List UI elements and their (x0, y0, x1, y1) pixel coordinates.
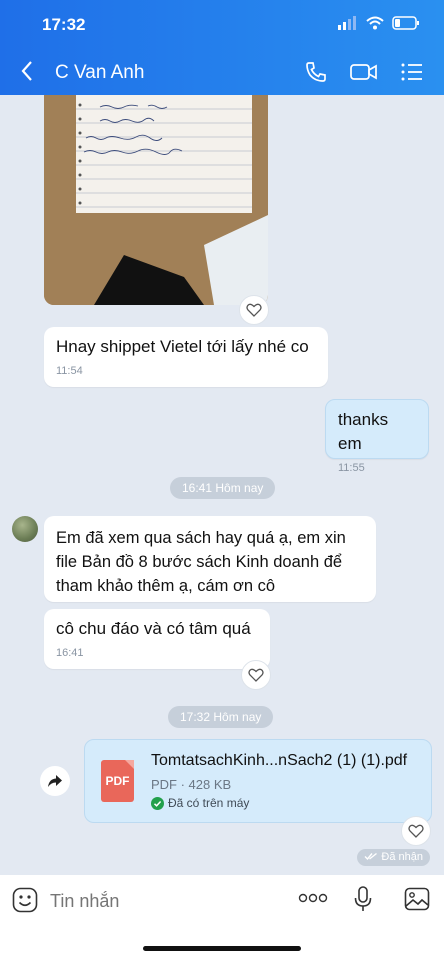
menu-list-icon[interactable] (400, 60, 424, 84)
message-text: Em đã xem qua sách hay quá ạ, em xin fil… (56, 529, 346, 595)
status-time: 17:32 (42, 15, 86, 34)
status-icons (338, 16, 420, 30)
message-input[interactable] (48, 885, 272, 917)
share-button[interactable] (40, 766, 70, 796)
heart-icon (246, 303, 262, 317)
file-message[interactable]: PDF TomtatsachKinh...nSach2 (1) (1).pdf … (84, 739, 432, 823)
image-gallery-icon[interactable] (404, 887, 430, 911)
received-status-badge: Đã nhận (357, 849, 430, 866)
back-arrow-icon[interactable] (20, 59, 34, 83)
react-heart-button[interactable] (239, 295, 269, 325)
phone-icon[interactable] (304, 60, 328, 84)
microphone-icon[interactable] (354, 886, 372, 913)
wifi-icon (366, 16, 384, 30)
received-label: Đã nhận (381, 851, 423, 863)
double-check-icon (364, 852, 378, 861)
file-meta: PDF · 428 KB (151, 777, 232, 792)
home-indicator[interactable] (143, 946, 301, 951)
photo-message[interactable] (44, 95, 268, 305)
message-text: Hnay shippet Vietel tới lấy nhé co (56, 337, 309, 356)
react-heart-button[interactable] (241, 660, 271, 690)
message-bubble[interactable]: cô chu đáo và có tâm quá 16:41 (44, 609, 270, 669)
date-separator: 16:41 Hôm nay (170, 477, 276, 499)
message-time: 11:55 (338, 462, 365, 474)
message-bubble[interactable]: Em đã xem qua sách hay quá ạ, em xin fil… (44, 516, 376, 602)
heart-icon (408, 824, 424, 838)
check-circle-icon (151, 796, 164, 810)
message-bubble[interactable]: Hnay shippet Vietel tới lấy nhé co 11:54 (44, 327, 328, 387)
file-name: TomtatsachKinh...nSach2 (1) (1).pdf (151, 752, 408, 769)
share-arrow-icon (48, 775, 62, 787)
react-heart-button[interactable] (401, 816, 431, 846)
more-options-icon[interactable] (298, 893, 328, 903)
message-time: 11:54 (56, 365, 83, 377)
avatar[interactable] (12, 516, 38, 542)
my-message-bubble[interactable]: thanks em 11:55 (325, 399, 429, 474)
signal-icon (338, 16, 356, 30)
contact-name[interactable]: C Van Anh (55, 62, 144, 84)
message-text: cô chu đáo và có tâm quá (56, 619, 251, 638)
video-call-icon[interactable] (350, 60, 378, 84)
file-status: Đã có trên máy (168, 796, 250, 810)
message-text: thanks em (338, 410, 389, 453)
message-composer (0, 875, 444, 960)
chat-area[interactable]: Hnay shippet Vietel tới lấy nhé co 11:54… (0, 95, 444, 875)
header-bar: 17:32 C Van Anh (0, 0, 444, 95)
date-separator: 17:32 Hôm nay (168, 706, 274, 728)
battery-icon (392, 16, 419, 30)
message-time: 16:41 (56, 647, 84, 659)
emoji-icon[interactable] (12, 887, 38, 913)
pdf-file-icon: PDF (101, 760, 134, 802)
heart-icon (248, 668, 264, 682)
